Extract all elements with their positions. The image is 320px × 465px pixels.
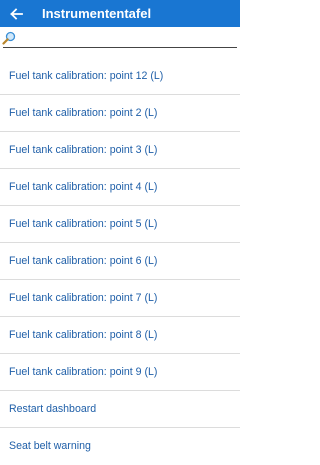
back-button[interactable] [2, 0, 30, 27]
search-input[interactable] [17, 31, 235, 45]
list-item-fuel-point-4[interactable]: Fuel tank calibration: point 4 (L) [0, 169, 240, 206]
list-item-label: Fuel tank calibration: point 12 (L) [9, 70, 164, 82]
list-item-fuel-point-7[interactable]: Fuel tank calibration: point 7 (L) [0, 280, 240, 317]
list-item-fuel-point-6[interactable]: Fuel tank calibration: point 6 (L) [0, 243, 240, 280]
list-item-label: Fuel tank calibration: point 2 (L) [9, 107, 158, 119]
arrow-left-icon [9, 7, 23, 21]
list-item-label: Fuel tank calibration: point 6 (L) [9, 255, 158, 267]
search-underline [3, 47, 237, 48]
list-item-restart-dashboard[interactable]: Restart dashboard [0, 391, 240, 428]
app-toolbar: Instrumententafel [0, 0, 240, 27]
list-item-fuel-point-3[interactable]: Fuel tank calibration: point 3 (L) [0, 132, 240, 169]
list-item-label: Fuel tank calibration: point 5 (L) [9, 218, 158, 230]
list-item-fuel-point-2[interactable]: Fuel tank calibration: point 2 (L) [0, 95, 240, 132]
search-bar [0, 27, 240, 51]
list-item-fuel-point-9[interactable]: Fuel tank calibration: point 9 (L) [0, 354, 240, 391]
magnifier-icon [2, 31, 16, 45]
list-item-label: Seat belt warning [9, 440, 91, 452]
list-item-seat-belt-warning[interactable]: Seat belt warning [0, 428, 240, 464]
list-item-label: Fuel tank calibration: point 4 (L) [9, 181, 158, 193]
list-item-label: Fuel tank calibration: point 7 (L) [9, 292, 158, 304]
list-item-label: Fuel tank calibration: point 9 (L) [9, 366, 158, 378]
app-screen: Instrumententafel Fuel tank calibration:… [0, 0, 240, 465]
list-item-fuel-point-5[interactable]: Fuel tank calibration: point 5 (L) [0, 206, 240, 243]
list-item-fuel-point-12[interactable]: Fuel tank calibration: point 12 (L) [0, 58, 240, 95]
list-item-label: Restart dashboard [9, 403, 97, 415]
list-item-fuel-point-8[interactable]: Fuel tank calibration: point 8 (L) [0, 317, 240, 354]
settings-list: Fuel tank calibration: point 12 (L) Fuel… [0, 58, 240, 464]
page-title: Instrumententafel [42, 6, 152, 21]
list-item-label: Fuel tank calibration: point 3 (L) [9, 144, 158, 156]
list-item-label: Fuel tank calibration: point 8 (L) [9, 329, 158, 341]
